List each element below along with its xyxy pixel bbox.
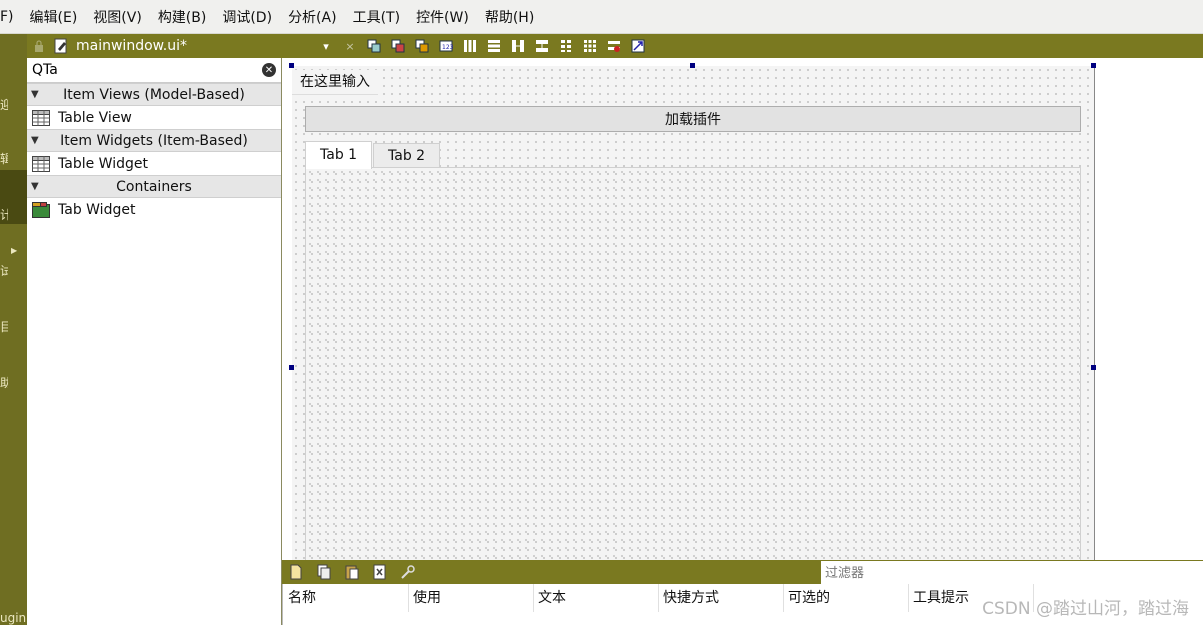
- tab-2[interactable]: Tab 2: [373, 143, 441, 168]
- action-editor-toolbar: [282, 560, 1203, 585]
- table-icon: [32, 155, 50, 172]
- action-filter-input[interactable]: [821, 561, 1203, 585]
- collapse-chevron-icon[interactable]: ▼: [31, 89, 39, 100]
- close-document-icon[interactable]: ×: [342, 38, 358, 54]
- menu-debug[interactable]: 调试(D): [214, 7, 280, 27]
- selection-handle[interactable]: [1091, 63, 1096, 68]
- open-document-name[interactable]: mainwindow.ui*: [76, 38, 314, 54]
- column-shortcut[interactable]: 快捷方式: [658, 584, 784, 612]
- category-label: Containers: [116, 178, 192, 195]
- configure-icon[interactable]: [400, 564, 416, 580]
- layout-vertical-splitter-icon[interactable]: [535, 39, 549, 53]
- menu-help[interactable]: 帮助(H): [477, 7, 542, 27]
- layout-vertical-icon[interactable]: [487, 39, 501, 53]
- layout-grid-icon[interactable]: [583, 39, 597, 53]
- edit-signals-icon[interactable]: [391, 39, 405, 53]
- layout-horizontal-splitter-icon[interactable]: [511, 39, 525, 53]
- menu-widgets[interactable]: 控件(W): [408, 7, 477, 27]
- menu-file[interactable]: F): [0, 9, 22, 25]
- menu-tools[interactable]: 工具(T): [345, 7, 408, 27]
- svg-text:123: 123: [442, 44, 453, 51]
- expand-arrow-icon[interactable]: ▶: [11, 246, 17, 255]
- category-label: Item Widgets (Item-Based): [60, 132, 248, 149]
- widget-box-panel: ✕ ▼ Item Views (Model-Based) Table View …: [27, 58, 282, 625]
- collapse-chevron-icon[interactable]: ▼: [31, 181, 39, 192]
- watermark: CSDN @踏过山河，踏过海: [982, 599, 1189, 619]
- selection-handle[interactable]: [1091, 365, 1096, 370]
- menu-placeholder[interactable]: 在这里输入: [292, 70, 378, 95]
- form-editor-area: 在这里输入 加载插件 Tab 1 Tab 2: [282, 58, 1203, 560]
- category-label: Item Views (Model-Based): [63, 86, 245, 103]
- tab-page[interactable]: [305, 167, 1081, 560]
- edit-tab-order-icon[interactable]: 123: [439, 39, 453, 53]
- paste-action-icon[interactable]: [344, 564, 360, 580]
- main-window-form[interactable]: 在这里输入 加载插件 Tab 1 Tab 2: [289, 63, 1096, 560]
- tab-1[interactable]: Tab 1: [305, 141, 373, 169]
- selection-handle[interactable]: [690, 63, 695, 68]
- widget-item-label: Table View: [58, 109, 132, 126]
- category-item-widgets[interactable]: ▼ Item Widgets (Item-Based): [27, 129, 281, 152]
- mode-edit[interactable]: 辑: [0, 150, 8, 167]
- break-layout-icon[interactable]: [607, 39, 621, 53]
- column-checkable[interactable]: 可选的: [783, 584, 909, 612]
- clear-filter-icon[interactable]: ✕: [262, 63, 276, 77]
- widget-item-label: Tab Widget: [58, 201, 136, 218]
- new-action-icon[interactable]: [288, 564, 304, 580]
- menu-view[interactable]: 视图(V): [85, 7, 150, 27]
- widget-item-label: Table Widget: [58, 155, 148, 172]
- adjust-size-icon[interactable]: [631, 39, 645, 53]
- copy-action-icon[interactable]: [316, 564, 332, 580]
- tab-widget: Tab 1 Tab 2: [305, 141, 1081, 560]
- widget-item-table-view[interactable]: Table View: [27, 106, 281, 129]
- edit-widgets-icon[interactable]: [367, 39, 381, 53]
- table-icon: [32, 109, 50, 126]
- mode-help[interactable]: 助: [0, 374, 8, 391]
- selection-handle[interactable]: [289, 63, 294, 68]
- edit-file-icon: [54, 38, 67, 54]
- menu-build[interactable]: 构建(B): [150, 7, 215, 27]
- document-dropdown-icon[interactable]: ▾: [318, 38, 334, 54]
- widget-item-tab-widget[interactable]: Tab Widget: [27, 198, 281, 221]
- selection-handle[interactable]: [289, 365, 294, 370]
- layout-form-icon[interactable]: [559, 39, 573, 53]
- document-toolbar: mainwindow.ui* ▾ × 123: [27, 34, 1203, 58]
- tab-widget-icon: [32, 201, 50, 218]
- mode-welcome[interactable]: 迎: [0, 96, 8, 113]
- collapse-chevron-icon[interactable]: ▼: [31, 135, 39, 146]
- column-name[interactable]: 名称: [283, 584, 409, 612]
- widget-filter-input[interactable]: [30, 61, 256, 79]
- widget-filter-row: ✕: [27, 58, 281, 83]
- layout-horizontal-icon[interactable]: [463, 39, 477, 53]
- menu-analyze[interactable]: 分析(A): [280, 7, 345, 27]
- edit-buddies-icon[interactable]: [415, 39, 429, 53]
- menu-bar: F) 编辑(E) 视图(V) 构建(B) 调试(D) 分析(A) 工具(T) 控…: [0, 0, 1203, 34]
- delete-action-icon[interactable]: [372, 564, 388, 580]
- mode-projects[interactable]: 目: [0, 318, 8, 335]
- category-item-views[interactable]: ▼ Item Views (Model-Based): [27, 83, 281, 106]
- column-used[interactable]: 使用: [408, 584, 534, 612]
- lock-icon: [35, 40, 43, 52]
- mode-bottom-label: ugin: [0, 611, 27, 625]
- load-plugin-button[interactable]: 加载插件: [305, 106, 1081, 132]
- mode-debug[interactable]: 试: [0, 262, 8, 279]
- mode-design[interactable]: 计: [0, 206, 8, 223]
- mode-selector-bar: 迎 辑 计 ▶ 试 目 助 ugin: [0, 34, 27, 625]
- widget-item-table-widget[interactable]: Table Widget: [27, 152, 281, 175]
- column-text[interactable]: 文本: [533, 584, 659, 612]
- menu-edit[interactable]: 编辑(E): [22, 7, 86, 27]
- category-containers[interactable]: ▼ Containers: [27, 175, 281, 198]
